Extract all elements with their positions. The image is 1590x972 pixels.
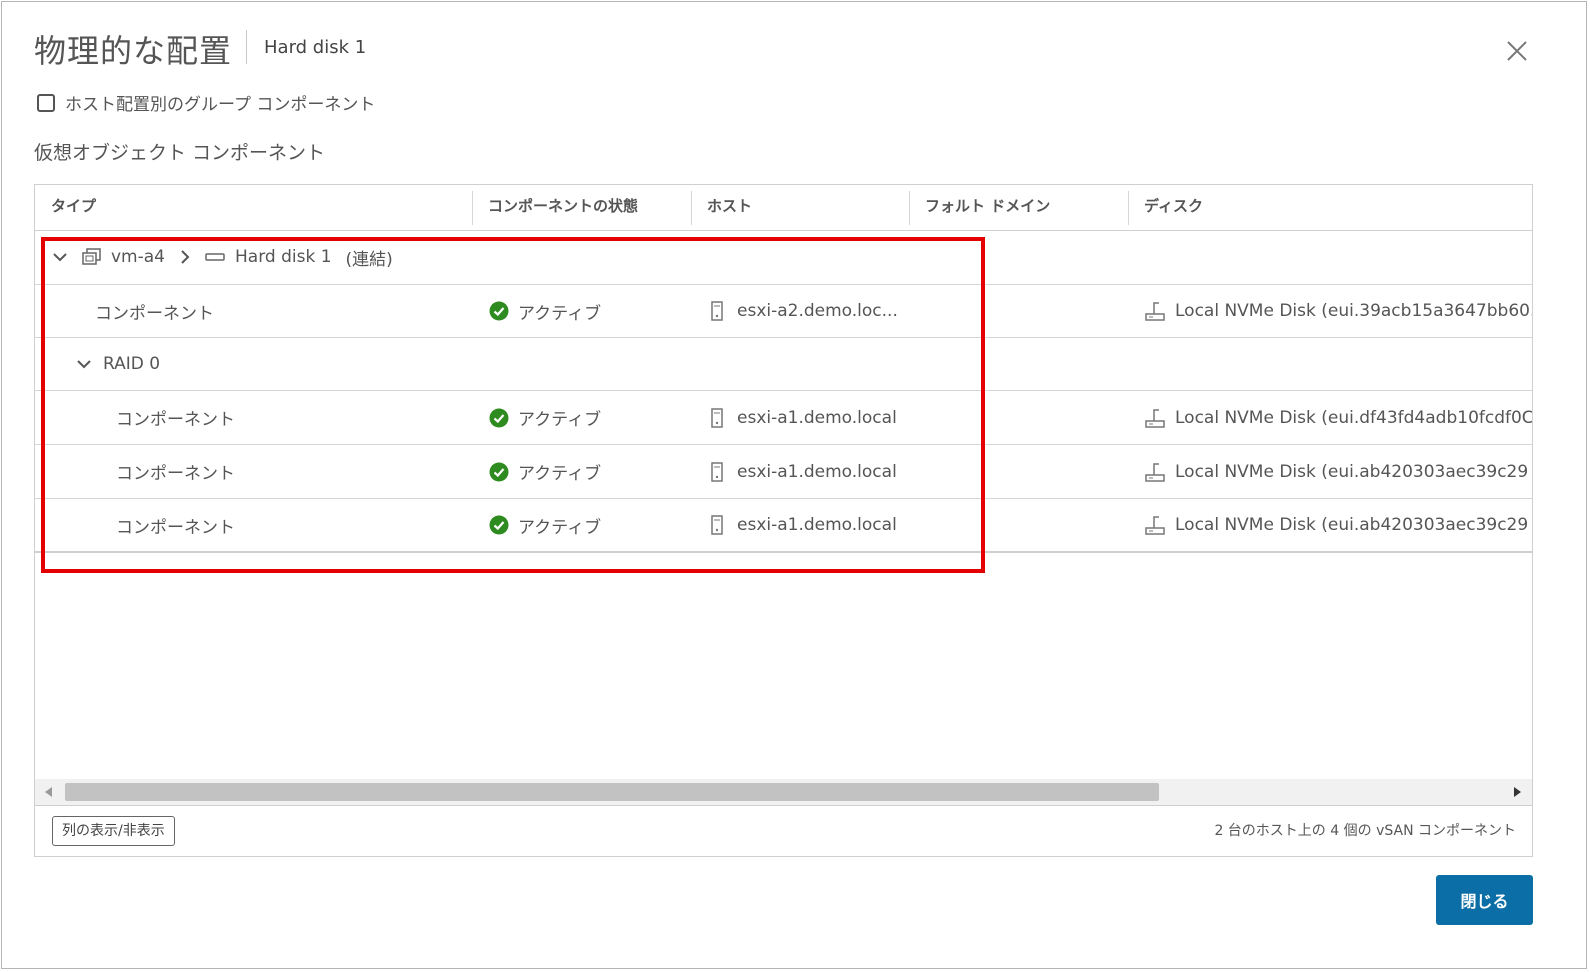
cell-state: アクティブ <box>518 464 602 484</box>
dialog-subtitle: Hard disk 1 <box>264 37 367 58</box>
datagrid-footer: 列の表示/非表示 2 台のホスト上の 4 個の vSAN コンポーネント <box>35 805 1532 856</box>
column-header-disk[interactable]: ディスク <box>1128 185 1532 230</box>
storage-disk-icon <box>1145 302 1165 321</box>
horizontal-scrollbar[interactable] <box>35 779 1532 805</box>
group-by-host-checkbox-row[interactable]: ホスト配置別のグループ コンポーネント <box>37 90 375 115</box>
check-circle-icon <box>489 462 509 481</box>
cell-state: アクティブ <box>518 517 602 538</box>
disk-name[interactable]: Hard disk 1 <box>235 247 332 267</box>
table-row-raid[interactable]: RAID 0 <box>35 338 1532 391</box>
host-icon <box>711 407 723 428</box>
vm-icon <box>82 248 101 265</box>
datagrid-header: タイプ コンポーネントの状態 ホスト フォルト ドメイン ディスク <box>35 185 1532 231</box>
check-circle-icon <box>489 408 509 427</box>
storage-disk-icon <box>1145 516 1165 535</box>
chevron-down-icon[interactable] <box>77 359 91 369</box>
check-circle-icon <box>489 301 509 321</box>
cell-state: アクティブ <box>518 410 602 430</box>
host-icon <box>711 301 723 321</box>
table-row[interactable]: コンポーネント アクティブ esxi-a1.demo.local Local N… <box>35 499 1532 553</box>
disk-suffix: (連結) <box>345 249 393 270</box>
close-button[interactable]: 閉じる <box>1436 875 1533 925</box>
chevron-right-icon <box>181 250 190 264</box>
host-icon <box>711 515 723 535</box>
cell-host[interactable]: esxi-a1.demo.local <box>737 515 897 535</box>
cell-host[interactable]: esxi-a1.demo.local <box>737 408 897 428</box>
cell-host[interactable]: esxi-a2.demo.loc... <box>737 301 898 321</box>
storage-disk-icon <box>1145 462 1165 482</box>
cell-state: アクティブ <box>518 303 602 324</box>
column-toggle-button[interactable]: 列の表示/非表示 <box>52 816 175 846</box>
footer-info: 2 台のホスト上の 4 個の vSAN コンポーネント <box>1214 823 1516 839</box>
cell-type: コンポーネント <box>116 410 235 430</box>
host-icon <box>711 461 723 482</box>
scroll-left-icon[interactable] <box>45 787 52 797</box>
table-row[interactable]: コンポーネント アクティブ esxi-a1.demo.local Local N… <box>35 391 1532 445</box>
column-header-host[interactable]: ホスト <box>691 185 909 230</box>
cell-type: コンポーネント <box>116 517 235 538</box>
table-row[interactable]: コンポーネント アクティブ esxi-a1.demo.local Local N… <box>35 445 1532 499</box>
column-header-type[interactable]: タイプ <box>35 185 472 230</box>
column-header-state[interactable]: コンポーネントの状態 <box>472 185 691 230</box>
cell-disk[interactable]: Local NVMe Disk (eui.ab420303aec39c29 <box>1175 515 1528 535</box>
column-header-fault-domain[interactable]: フォルト ドメイン <box>909 185 1128 230</box>
hard-disk-icon <box>205 253 225 261</box>
section-label: 仮想オブジェクト コンポーネント <box>34 142 326 164</box>
table-row-object-path[interactable]: vm-a4 Hard disk 1 (連結) <box>35 230 1532 285</box>
table-row[interactable]: コンポーネント アクティブ esxi-a2.demo.loc... Local … <box>35 285 1532 338</box>
chevron-down-icon[interactable] <box>53 252 67 262</box>
cell-type: コンポーネント <box>95 303 214 324</box>
group-by-host-checkbox[interactable] <box>37 93 55 112</box>
vm-link[interactable]: vm-a4 <box>111 247 165 267</box>
cell-host[interactable]: esxi-a1.demo.local <box>737 462 897 482</box>
close-icon[interactable] <box>1506 40 1528 62</box>
cell-disk[interactable]: Local NVMe Disk (eui.df43fd4adb10fcdf0C <box>1175 408 1532 428</box>
group-by-host-label: ホスト配置別のグループ コンポーネント <box>65 95 376 115</box>
check-circle-icon <box>489 515 509 535</box>
components-datagrid: タイプ コンポーネントの状態 ホスト フォルト ドメイン ディスク vm-a4 … <box>34 184 1533 857</box>
cell-disk[interactable]: Local NVMe Disk (eui.39acb15a3647bb60. <box>1175 301 1532 321</box>
dialog-title: 物理的な配置 <box>34 32 233 70</box>
scrollbar-thumb[interactable] <box>65 783 1159 801</box>
raid-label: RAID 0 <box>103 354 161 374</box>
cell-type: コンポーネント <box>116 464 235 484</box>
cell-disk[interactable]: Local NVMe Disk (eui.ab420303aec39c29 <box>1175 462 1528 482</box>
title-divider <box>246 30 247 64</box>
storage-disk-icon <box>1145 408 1165 428</box>
scroll-right-icon[interactable] <box>1514 787 1521 797</box>
